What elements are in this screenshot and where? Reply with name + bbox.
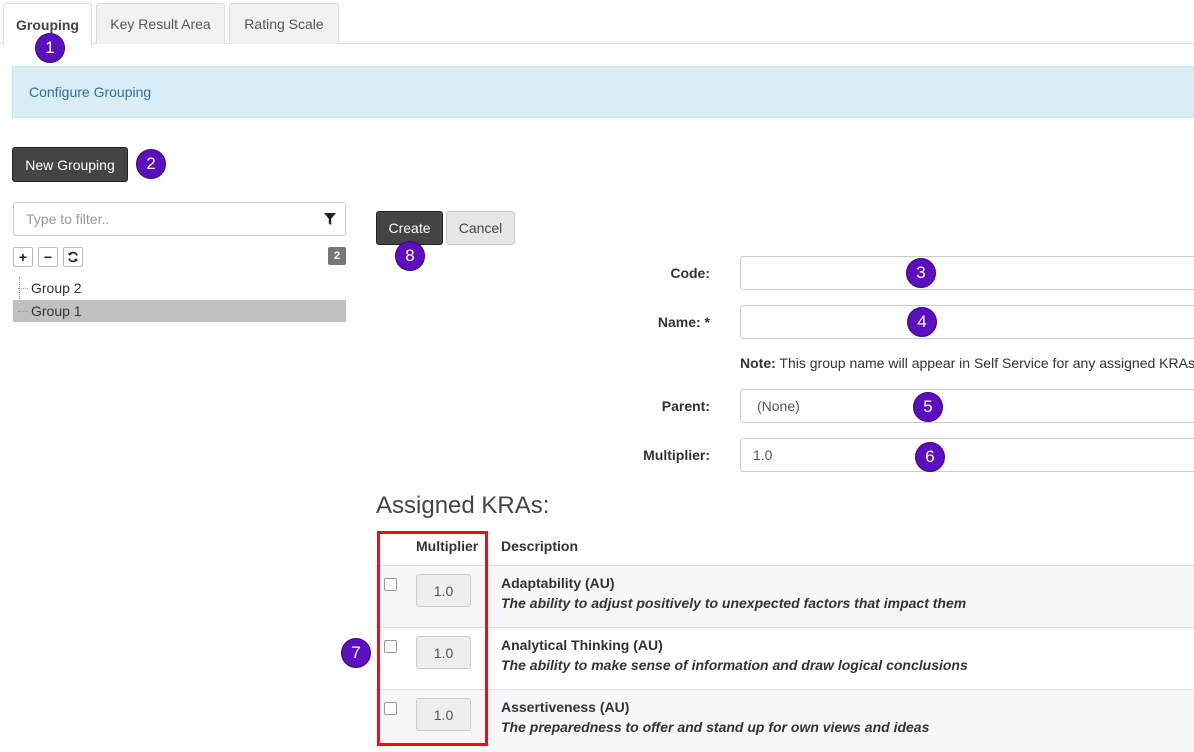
name-label: Name: *	[657, 314, 710, 330]
tree-item-group-2[interactable]: Group 2	[13, 277, 346, 299]
tree-item-label: Group 2	[31, 280, 82, 296]
row-divider	[376, 689, 1194, 690]
tree-connector	[18, 311, 28, 312]
callout-5: 5	[913, 392, 943, 422]
name-input[interactable]	[753, 314, 1194, 330]
banner-text: Configure Grouping	[29, 84, 152, 100]
multiplier-input[interactable]	[753, 447, 1194, 463]
multiplier-field	[740, 438, 1194, 472]
parent-selected-value: (None)	[757, 398, 800, 414]
kra-description: The preparedness to offer and stand up f…	[501, 719, 930, 735]
assigned-kras-title: Assigned KRAs:	[376, 492, 550, 519]
callout-1: 1	[35, 33, 65, 63]
tree-item-group-1[interactable]: Group 1	[13, 300, 346, 322]
highlight-box-multiplier-column	[377, 531, 488, 746]
tree-item-label: Group 1	[31, 303, 82, 319]
filter-input[interactable]	[26, 211, 316, 227]
kra-name: Adaptability (AU)	[501, 575, 615, 591]
create-button[interactable]: Create	[376, 211, 443, 245]
tree-count-badge: 2	[328, 247, 346, 265]
code-field	[740, 256, 1194, 290]
callout-4: 4	[907, 307, 937, 337]
name-note: Note: This group name will appear in Sel…	[740, 355, 1194, 371]
name-field	[740, 305, 1194, 339]
expand-all-button[interactable]: +	[13, 247, 33, 267]
code-label: Code:	[670, 265, 710, 281]
configure-grouping-banner: Configure Grouping	[12, 66, 1194, 118]
kra-description: The ability to adjust positively to unex…	[501, 595, 967, 611]
collapse-all-button[interactable]: −	[38, 247, 58, 267]
filter-box	[13, 202, 346, 236]
callout-7: 7	[341, 638, 371, 668]
row-divider	[376, 627, 1194, 628]
kra-description: The ability to make sense of information…	[501, 657, 968, 673]
new-grouping-button[interactable]: New Grouping	[12, 147, 128, 182]
filter-icon[interactable]	[324, 213, 336, 226]
description-column-header: Description	[501, 538, 579, 554]
refresh-icon	[68, 251, 78, 263]
tab-bar: Grouping Key Result Area Rating Scale	[0, 0, 1194, 45]
callout-8: 8	[395, 241, 425, 271]
tab-key-result-area[interactable]: Key Result Area	[96, 3, 225, 44]
multiplier-label: Multiplier:	[643, 447, 710, 463]
row-divider	[376, 565, 1194, 566]
callout-3: 3	[906, 258, 936, 288]
note-text: This group name will appear in Self Serv…	[775, 355, 1194, 371]
parent-label: Parent:	[661, 398, 710, 414]
note-bold: Note:	[740, 355, 776, 371]
kra-name: Assertiveness (AU)	[501, 699, 630, 715]
code-input[interactable]	[753, 265, 1194, 281]
kra-name: Analytical Thinking (AU)	[501, 637, 663, 653]
refresh-button[interactable]	[63, 247, 83, 267]
cancel-button[interactable]: Cancel	[446, 211, 515, 245]
tree-connector	[18, 288, 28, 289]
callout-2: 2	[136, 149, 166, 179]
parent-select[interactable]: (None)	[740, 389, 1194, 423]
callout-6: 6	[915, 442, 945, 472]
tab-rating-scale[interactable]: Rating Scale	[229, 3, 339, 44]
